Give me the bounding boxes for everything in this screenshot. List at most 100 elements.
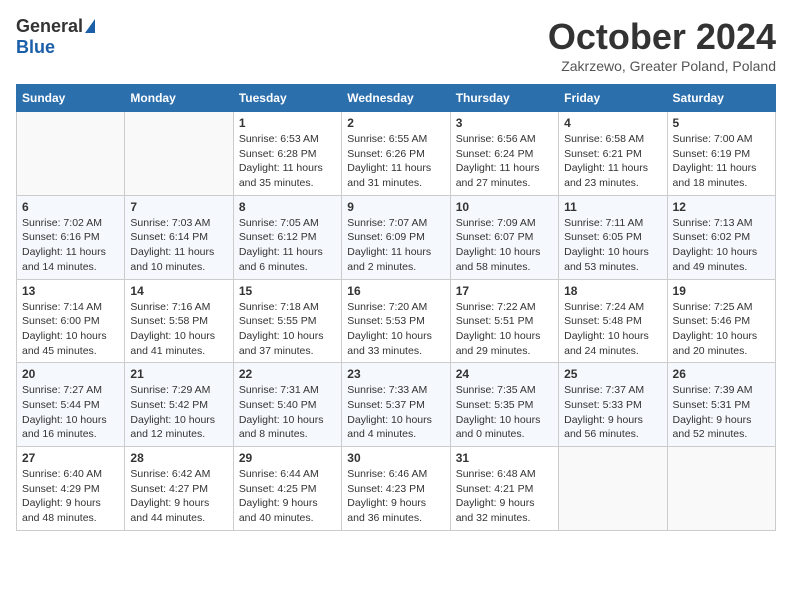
day-number: 4 [564, 116, 661, 130]
day-info: Sunrise: 6:56 AM Sunset: 6:24 PM Dayligh… [456, 132, 553, 191]
calendar-header-saturday: Saturday [667, 85, 775, 112]
calendar-row-2: 13 Sunrise: 7:14 AM Sunset: 6:00 PM Dayli… [17, 279, 776, 363]
day-number: 20 [22, 367, 119, 381]
day-info: Sunrise: 6:48 AM Sunset: 4:21 PM Dayligh… [456, 467, 553, 526]
day-number: 25 [564, 367, 661, 381]
day-number: 3 [456, 116, 553, 130]
page-header: General Blue October 2024 Zakrzewo, Grea… [16, 16, 776, 74]
day-info: Sunrise: 7:39 AM Sunset: 5:31 PM Dayligh… [673, 383, 770, 442]
calendar-cell: 11 Sunrise: 7:11 AM Sunset: 6:05 PM Dayli… [559, 195, 667, 279]
calendar-cell: 13 Sunrise: 7:14 AM Sunset: 6:00 PM Dayli… [17, 279, 125, 363]
day-number: 18 [564, 284, 661, 298]
day-info: Sunrise: 7:24 AM Sunset: 5:48 PM Dayligh… [564, 300, 661, 359]
day-number: 16 [347, 284, 444, 298]
day-info: Sunrise: 6:40 AM Sunset: 4:29 PM Dayligh… [22, 467, 119, 526]
day-info: Sunrise: 7:03 AM Sunset: 6:14 PM Dayligh… [130, 216, 227, 275]
logo-blue: Blue [16, 37, 55, 58]
day-info: Sunrise: 6:55 AM Sunset: 6:26 PM Dayligh… [347, 132, 444, 191]
day-number: 17 [456, 284, 553, 298]
calendar-cell: 5 Sunrise: 7:00 AM Sunset: 6:19 PM Daylig… [667, 112, 775, 196]
calendar-cell: 26 Sunrise: 7:39 AM Sunset: 5:31 PM Dayli… [667, 363, 775, 447]
calendar-cell: 9Sunrise: 7:07 AM Sunset: 6:09 PM Daylig… [342, 195, 450, 279]
day-info: Sunrise: 6:58 AM Sunset: 6:21 PM Dayligh… [564, 132, 661, 191]
calendar-header-sunday: Sunday [17, 85, 125, 112]
logo: General Blue [16, 16, 95, 58]
calendar-cell: 21Sunrise: 7:29 AM Sunset: 5:42 PM Dayli… [125, 363, 233, 447]
calendar-cell: 25 Sunrise: 7:37 AM Sunset: 5:33 PM Dayli… [559, 363, 667, 447]
day-number: 6 [22, 200, 119, 214]
day-number: 9 [347, 200, 444, 214]
day-number: 2 [347, 116, 444, 130]
day-number: 23 [347, 367, 444, 381]
day-info: Sunrise: 7:29 AM Sunset: 5:42 PM Dayligh… [130, 383, 227, 442]
calendar-row-0: 1 Sunrise: 6:53 AM Sunset: 6:28 PM Daylig… [17, 112, 776, 196]
calendar-cell: 8 Sunrise: 7:05 AM Sunset: 6:12 PM Daylig… [233, 195, 341, 279]
day-number: 14 [130, 284, 227, 298]
day-number: 15 [239, 284, 336, 298]
day-info: Sunrise: 7:35 AM Sunset: 5:35 PM Dayligh… [456, 383, 553, 442]
calendar-cell: 15Sunrise: 7:18 AM Sunset: 5:55 PM Dayli… [233, 279, 341, 363]
day-info: Sunrise: 7:00 AM Sunset: 6:19 PM Dayligh… [673, 132, 770, 191]
month-title: October 2024 [548, 16, 776, 58]
day-info: Sunrise: 7:13 AM Sunset: 6:02 PM Dayligh… [673, 216, 770, 275]
calendar-cell: 18 Sunrise: 7:24 AM Sunset: 5:48 PM Dayli… [559, 279, 667, 363]
day-number: 8 [239, 200, 336, 214]
calendar-cell: 22Sunrise: 7:31 AM Sunset: 5:40 PM Dayli… [233, 363, 341, 447]
calendar-cell: 19 Sunrise: 7:25 AM Sunset: 5:46 PM Dayli… [667, 279, 775, 363]
calendar-cell: 23 Sunrise: 7:33 AM Sunset: 5:37 PM Dayli… [342, 363, 450, 447]
calendar-cell: 6 Sunrise: 7:02 AM Sunset: 6:16 PM Daylig… [17, 195, 125, 279]
day-info: Sunrise: 6:42 AM Sunset: 4:27 PM Dayligh… [130, 467, 227, 526]
day-info: Sunrise: 7:37 AM Sunset: 5:33 PM Dayligh… [564, 383, 661, 442]
day-info: Sunrise: 7:25 AM Sunset: 5:46 PM Dayligh… [673, 300, 770, 359]
calendar-row-1: 6 Sunrise: 7:02 AM Sunset: 6:16 PM Daylig… [17, 195, 776, 279]
day-info: Sunrise: 7:11 AM Sunset: 6:05 PM Dayligh… [564, 216, 661, 275]
calendar-row-4: 27 Sunrise: 6:40 AM Sunset: 4:29 PM Dayli… [17, 447, 776, 531]
calendar-cell: 20 Sunrise: 7:27 AM Sunset: 5:44 PM Dayli… [17, 363, 125, 447]
calendar-cell: 2 Sunrise: 6:55 AM Sunset: 6:26 PM Daylig… [342, 112, 450, 196]
calendar-cell: 4 Sunrise: 6:58 AM Sunset: 6:21 PM Daylig… [559, 112, 667, 196]
day-info: Sunrise: 7:33 AM Sunset: 5:37 PM Dayligh… [347, 383, 444, 442]
day-number: 31 [456, 451, 553, 465]
calendar-cell [559, 447, 667, 531]
day-number: 12 [673, 200, 770, 214]
day-info: Sunrise: 7:16 AM Sunset: 5:58 PM Dayligh… [130, 300, 227, 359]
calendar-cell [125, 112, 233, 196]
day-info: Sunrise: 7:27 AM Sunset: 5:44 PM Dayligh… [22, 383, 119, 442]
day-number: 13 [22, 284, 119, 298]
location: Zakrzewo, Greater Poland, Poland [548, 58, 776, 74]
day-info: Sunrise: 7:02 AM Sunset: 6:16 PM Dayligh… [22, 216, 119, 275]
day-info: Sunrise: 7:20 AM Sunset: 5:53 PM Dayligh… [347, 300, 444, 359]
calendar-row-3: 20 Sunrise: 7:27 AM Sunset: 5:44 PM Dayli… [17, 363, 776, 447]
calendar-table: SundayMondayTuesdayWednesdayThursdayFrid… [16, 84, 776, 531]
day-number: 11 [564, 200, 661, 214]
calendar-cell: 27 Sunrise: 6:40 AM Sunset: 4:29 PM Dayli… [17, 447, 125, 531]
day-number: 27 [22, 451, 119, 465]
calendar-cell: 1 Sunrise: 6:53 AM Sunset: 6:28 PM Daylig… [233, 112, 341, 196]
day-number: 30 [347, 451, 444, 465]
calendar-cell: 10Sunrise: 7:09 AM Sunset: 6:07 PM Dayli… [450, 195, 558, 279]
calendar-header-tuesday: Tuesday [233, 85, 341, 112]
calendar-cell: 28 Sunrise: 6:42 AM Sunset: 4:27 PM Dayli… [125, 447, 233, 531]
day-info: Sunrise: 7:05 AM Sunset: 6:12 PM Dayligh… [239, 216, 336, 275]
calendar-cell: 30 Sunrise: 6:46 AM Sunset: 4:23 PM Dayli… [342, 447, 450, 531]
day-info: Sunrise: 7:14 AM Sunset: 6:00 PM Dayligh… [22, 300, 119, 359]
calendar-header-wednesday: Wednesday [342, 85, 450, 112]
day-number: 5 [673, 116, 770, 130]
calendar-cell: 24 Sunrise: 7:35 AM Sunset: 5:35 PM Dayli… [450, 363, 558, 447]
day-number: 24 [456, 367, 553, 381]
calendar-cell: 31 Sunrise: 6:48 AM Sunset: 4:21 PM Dayli… [450, 447, 558, 531]
day-number: 26 [673, 367, 770, 381]
day-number: 10 [456, 200, 553, 214]
day-info: Sunrise: 6:46 AM Sunset: 4:23 PM Dayligh… [347, 467, 444, 526]
calendar-header-monday: Monday [125, 85, 233, 112]
calendar-cell: 17Sunrise: 7:22 AM Sunset: 5:51 PM Dayli… [450, 279, 558, 363]
title-area: October 2024 Zakrzewo, Greater Poland, P… [548, 16, 776, 74]
day-info: Sunrise: 6:53 AM Sunset: 6:28 PM Dayligh… [239, 132, 336, 191]
day-number: 28 [130, 451, 227, 465]
calendar-cell: 16 Sunrise: 7:20 AM Sunset: 5:53 PM Dayli… [342, 279, 450, 363]
day-number: 7 [130, 200, 227, 214]
day-number: 19 [673, 284, 770, 298]
calendar-cell: 7 Sunrise: 7:03 AM Sunset: 6:14 PM Daylig… [125, 195, 233, 279]
day-info: Sunrise: 7:31 AM Sunset: 5:40 PM Dayligh… [239, 383, 336, 442]
day-number: 1 [239, 116, 336, 130]
